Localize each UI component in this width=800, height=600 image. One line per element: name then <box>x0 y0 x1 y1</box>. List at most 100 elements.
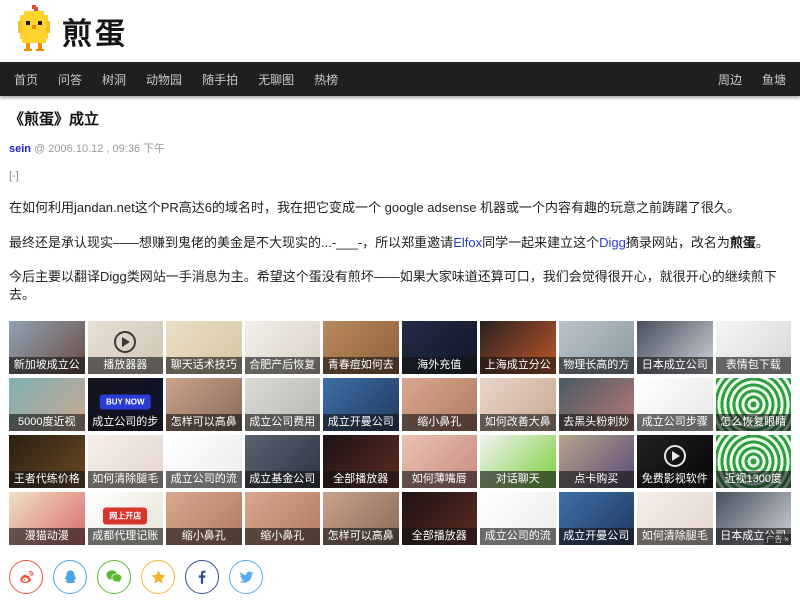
ad-thumbnail[interactable]: 缩小鼻孔 <box>166 492 242 545</box>
author-link[interactable]: sein <box>9 143 31 155</box>
ad-thumbnail[interactable]: 网上开店成都代理记账 <box>88 492 164 545</box>
post-meta: @ 2006.10.12 , 09:36 下午 <box>34 143 165 155</box>
nav-item-left-4[interactable]: 随手拍 <box>202 71 238 88</box>
ad-thumbnail[interactable]: 如何清除腿毛 <box>637 492 713 545</box>
ad-caption: 成立公司步骤 <box>637 414 713 431</box>
site-header: 煎蛋 <box>0 0 800 62</box>
nav-item-left-6[interactable]: 热榜 <box>314 71 338 88</box>
share-qq-button[interactable] <box>53 560 87 594</box>
ad-caption: 怎样可以高鼻 <box>166 414 242 431</box>
ad-thumbnail[interactable]: 聊天话术技巧 <box>166 321 242 374</box>
ad-caption: 成都代理记账 <box>88 528 164 545</box>
weibo-icon <box>17 568 36 587</box>
ad-thumbnail[interactable]: 缩小鼻孔 <box>245 492 321 545</box>
ad-caption: 5000度近视 <box>9 414 85 431</box>
ad-thumbnail[interactable]: 如何薄嘴唇 <box>402 435 478 488</box>
ad-thumbnail[interactable]: 免费影视软件 <box>637 435 713 488</box>
ad-caption: 物理长高的方 <box>559 357 635 374</box>
ad-caption: 怎样可以高鼻 <box>323 528 399 545</box>
ad-caption: 海外充值 <box>402 357 478 374</box>
post-paragraph-3: 今后主要以翻译Digg类网站一手消息为主。希望这个蛋没有煎坏——如果大家味道还算… <box>9 268 791 303</box>
ad-thumbnail[interactable]: 全部播放器 <box>323 435 399 488</box>
brand-name[interactable]: 煎蛋 <box>62 9 128 53</box>
ad-thumbnail[interactable]: 近视1300度 <box>716 435 792 488</box>
nav-item-right-0[interactable]: 周边 <box>718 71 742 88</box>
ad-thumbnail[interactable]: 物理长高的方 <box>559 321 635 374</box>
ad-thumbnail[interactable]: 成立开曼公司 <box>323 378 399 431</box>
post-paragraph-1: 在如何利用jandan.net这个PR高达6的域名时，我在把它变成一个 goog… <box>9 199 791 217</box>
share-wechat-button[interactable] <box>97 560 131 594</box>
ad-caption: 漫猫动漫 <box>9 528 85 545</box>
play-icon <box>114 331 136 353</box>
ad-thumbnail[interactable]: 5000度近视 <box>9 378 85 431</box>
ad-thumbnail[interactable]: 怎么恢复眼睛 <box>716 378 792 431</box>
nav-item-left-1[interactable]: 问答 <box>58 71 82 88</box>
ad-thumbnail[interactable]: 上海成立分公 <box>480 321 556 374</box>
ad-close-icon[interactable]: × <box>784 534 789 545</box>
ad-caption: 成立开曼公司 <box>559 528 635 545</box>
ad-thumbnail[interactable]: 怎样可以高鼻 <box>166 378 242 431</box>
main-nav: 首页 问答 树洞 动物园 随手拍 无聊图 热榜 周边 鱼塘 <box>0 62 800 96</box>
collapse-toggle[interactable]: [-] <box>9 170 791 182</box>
ad-caption: 全部播放器 <box>323 471 399 488</box>
share-qzone-button[interactable] <box>141 560 175 594</box>
ad-thumbnail[interactable]: 缩小鼻孔 <box>402 378 478 431</box>
ad-caption: 表情包下载 <box>716 357 792 374</box>
nav-item-right-1[interactable]: 鱼塘 <box>762 71 786 88</box>
ad-caption: 成立基金公司 <box>245 471 321 488</box>
qq-icon <box>61 568 80 587</box>
share-weibo-button[interactable] <box>9 560 43 594</box>
ad-caption: 日本成立公司 <box>637 357 713 374</box>
text-run: 摘录网站，改名为 <box>626 235 730 250</box>
facebook-icon <box>193 568 211 586</box>
ad-thumbnail[interactable]: 青春痘如何去 <box>323 321 399 374</box>
nav-item-left-3[interactable]: 动物园 <box>146 71 182 88</box>
ad-thumbnail[interactable]: 新加坡成立公 <box>9 321 85 374</box>
inline-link[interactable]: Digg <box>599 235 626 250</box>
ad-caption: 怎么恢复眼睛 <box>716 414 792 431</box>
ad-thumbnail[interactable]: 成立公司步骤 <box>637 378 713 431</box>
post-paragraph-2: 最终还是承认现实——想赚到鬼佬的美金是不大现实的...-___-，所以郑重邀请E… <box>9 234 791 252</box>
ad-thumbnail[interactable]: 日本成立公司 <box>637 321 713 374</box>
post-body: 在如何利用jandan.net这个PR高达6的域名时，我在把它变成一个 goog… <box>9 199 791 303</box>
ad-thumbnail[interactable]: 表情包下载 <box>716 321 792 374</box>
share-buttons-row <box>9 560 791 594</box>
text-run: 。 <box>756 235 769 250</box>
share-facebook-button[interactable] <box>185 560 219 594</box>
ad-thumbnail[interactable]: 漫猫动漫 <box>9 492 85 545</box>
ad-caption: 近视1300度 <box>716 471 792 488</box>
share-twitter-button[interactable] <box>229 560 263 594</box>
inline-link[interactable]: Elfox <box>453 235 482 250</box>
nav-item-left-5[interactable]: 无聊图 <box>258 71 294 88</box>
ad-thumbnail[interactable]: BUY NOW成立公司的步 <box>88 378 164 431</box>
ad-thumbnail[interactable]: 去黑头粉刺妙 <box>559 378 635 431</box>
nav-item-left-2[interactable]: 树洞 <box>102 71 126 88</box>
ad-caption: 对话聊天 <box>480 471 556 488</box>
nav-item-left-0[interactable]: 首页 <box>14 71 38 88</box>
post-byline: sein @ 2006.10.12 , 09:36 下午 <box>9 140 791 156</box>
ad-thumbnail[interactable]: 合肥产后恢复 <box>245 321 321 374</box>
ad-thumbnail[interactable]: 点卡购买 <box>559 435 635 488</box>
ad-thumbnail[interactable]: 对话聊天 <box>480 435 556 488</box>
ad-thumbnail[interactable]: 播放器器 <box>88 321 164 374</box>
ad-thumbnail[interactable]: 王者代练价格 <box>9 435 85 488</box>
ad-thumbnail[interactable]: 成立基金公司 <box>245 435 321 488</box>
ad-caption: 如何改善大鼻 <box>480 414 556 431</box>
ad-thumbnail[interactable]: 广告×日本成立公司 <box>716 492 792 545</box>
ad-caption: 王者代练价格 <box>9 471 85 488</box>
chick-logo-icon[interactable] <box>14 5 56 58</box>
ad-thumbnail[interactable]: 成立开曼公司 <box>559 492 635 545</box>
ad-thumbnail[interactable]: 全部播放器 <box>402 492 478 545</box>
ad-caption: 成立开曼公司 <box>323 414 399 431</box>
text-run: 今后主要以翻译Digg类网站一手消息为主。希望这个蛋没有煎坏——如果大家味道还算… <box>9 269 777 302</box>
ad-thumbnail[interactable]: 如何清除腿毛 <box>88 435 164 488</box>
ad-thumbnail[interactable]: 成立公司的流 <box>480 492 556 545</box>
ad-thumbnail-grid: 新加坡成立公播放器器聊天话术技巧合肥产后恢复青春痘如何去海外充值上海成立分公物理… <box>9 321 791 545</box>
ad-caption: 缩小鼻孔 <box>166 528 242 545</box>
ad-thumbnail[interactable]: 如何改善大鼻 <box>480 378 556 431</box>
ad-caption: 播放器器 <box>88 357 164 374</box>
ad-thumbnail[interactable]: 海外充值 <box>402 321 478 374</box>
ad-thumbnail[interactable]: 怎样可以高鼻 <box>323 492 399 545</box>
ad-thumbnail[interactable]: 成立公司的流 <box>166 435 242 488</box>
ad-thumbnail[interactable]: 成立公司费用 <box>245 378 321 431</box>
